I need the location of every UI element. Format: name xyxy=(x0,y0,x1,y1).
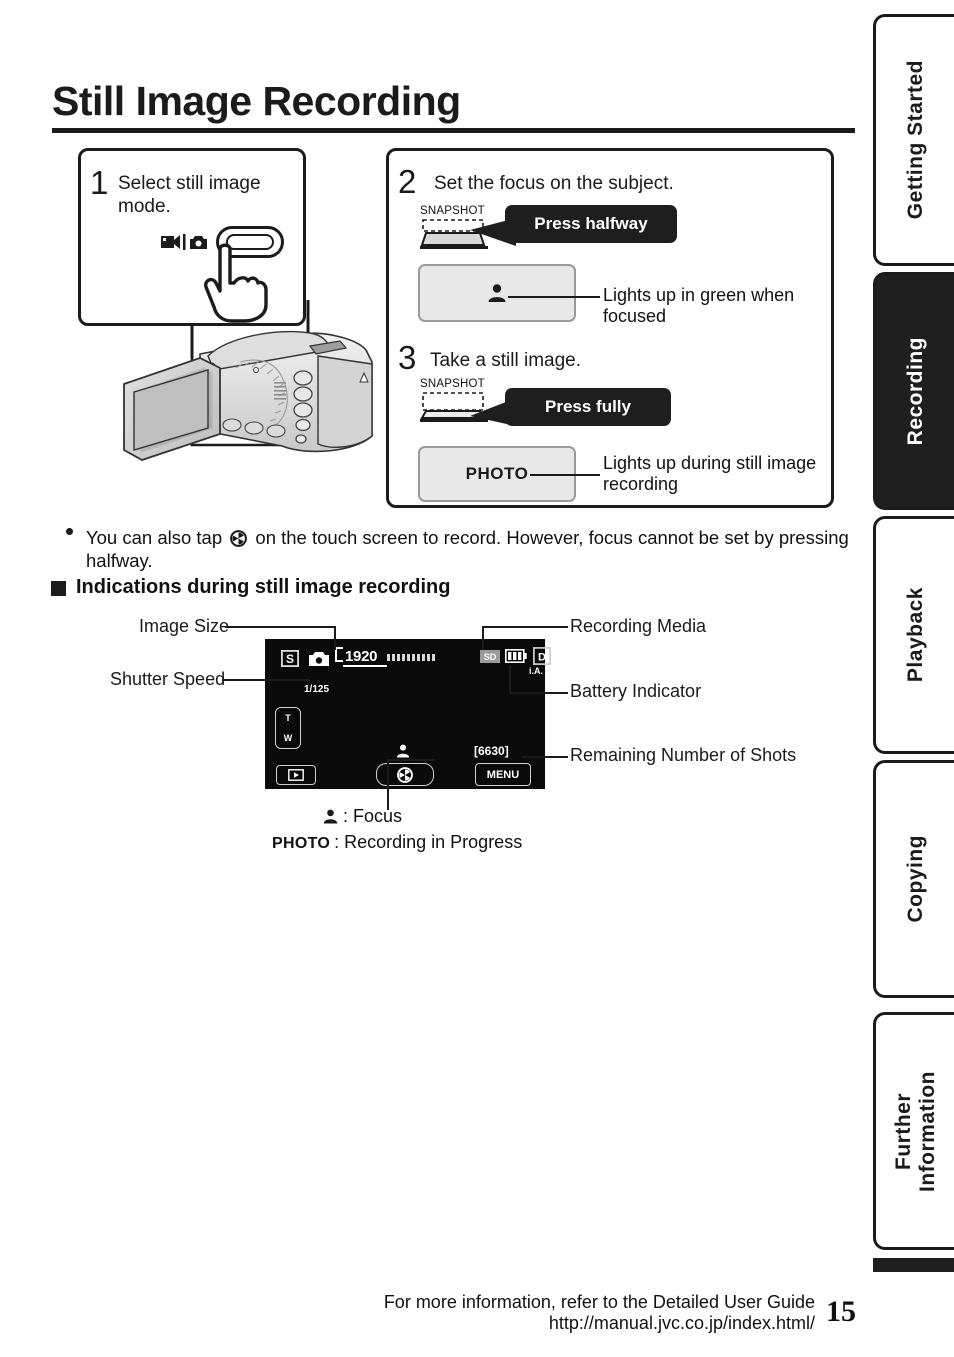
bullet-marker xyxy=(66,528,73,535)
photo-indicator-note: Lights up during still image recording xyxy=(603,453,817,494)
page-number: 15 xyxy=(826,1295,856,1328)
sidebar-footer-bar xyxy=(873,1258,954,1272)
tab-label: Copying xyxy=(903,835,927,923)
step-2-number: 2 xyxy=(398,163,417,200)
lcd-leader-lines xyxy=(222,626,568,810)
tab-label: Recording xyxy=(903,336,927,446)
sidebar-tab-further-information[interactable]: Further Information xyxy=(873,1012,954,1250)
subheading: Indications during still image recording xyxy=(76,576,451,598)
camcorder-illustration xyxy=(123,330,373,461)
legend-focus-row: : Focus xyxy=(322,806,402,827)
step-3-text: Take a still image. xyxy=(430,350,582,371)
sidebar-tab-getting-started[interactable]: Getting Started xyxy=(873,14,954,266)
legend-photo-text: : Recording in Progress xyxy=(334,832,523,852)
legend-focus-text: : Focus xyxy=(343,806,403,826)
shutter-icon xyxy=(230,530,248,547)
focus-person-icon xyxy=(323,809,338,824)
step-3-number: 3 xyxy=(398,339,417,376)
label-image-size: Image Size xyxy=(139,616,230,636)
sidebar-tab-copying[interactable]: Copying xyxy=(873,760,954,998)
pointing-hand-icon xyxy=(204,243,268,323)
callout-press-fully: Press fully xyxy=(505,388,671,426)
note-text: You can also tap on the touch screen to … xyxy=(86,526,856,572)
label-shutter-speed: Shutter Speed xyxy=(110,669,226,689)
callout-press-halfway: Press halfway xyxy=(505,205,677,243)
focus-person-icon xyxy=(488,284,506,302)
note-text-before: You can also tap xyxy=(86,527,223,548)
step-2-text: Set the focus on the subject. xyxy=(434,173,674,194)
subheading-marker xyxy=(51,581,66,596)
legend-photo-row: PHOTO : Recording in Progress xyxy=(272,832,522,853)
label-remaining-shots: Remaining Number of Shots xyxy=(570,745,797,765)
tab-label: Further Information xyxy=(891,1070,939,1192)
tab-label: Getting Started xyxy=(903,60,927,220)
focus-indicator-leader xyxy=(508,296,600,298)
legend-photo-key: PHOTO xyxy=(272,835,331,852)
sidebar-tab-playback[interactable]: Playback xyxy=(873,516,954,754)
focus-indicator-box xyxy=(418,264,576,322)
tab-label: Playback xyxy=(903,587,927,683)
sidebar-tab-recording[interactable]: Recording xyxy=(873,272,954,510)
footer-url: http://manual.jvc.co.jp/index.html/ xyxy=(548,1313,815,1333)
step-1-number: 1 xyxy=(90,164,109,201)
step-3-snapshot-label: SNAPSHOT xyxy=(420,378,485,390)
page-title: Still Image Recording xyxy=(52,78,461,124)
label-battery-indicator: Battery Indicator xyxy=(570,681,702,701)
title-rule xyxy=(52,128,855,133)
focus-indicator-note: Lights up in green when focused xyxy=(603,285,795,326)
step-1-text: Select still image mode. xyxy=(118,173,261,217)
manual-page: Still Image Recording 1 Select still ima… xyxy=(0,0,954,1357)
footer-guide-text: For more information, refer to the Detai… xyxy=(383,1292,815,1312)
label-recording-media: Recording Media xyxy=(570,616,707,636)
photo-indicator-leader xyxy=(530,474,600,476)
